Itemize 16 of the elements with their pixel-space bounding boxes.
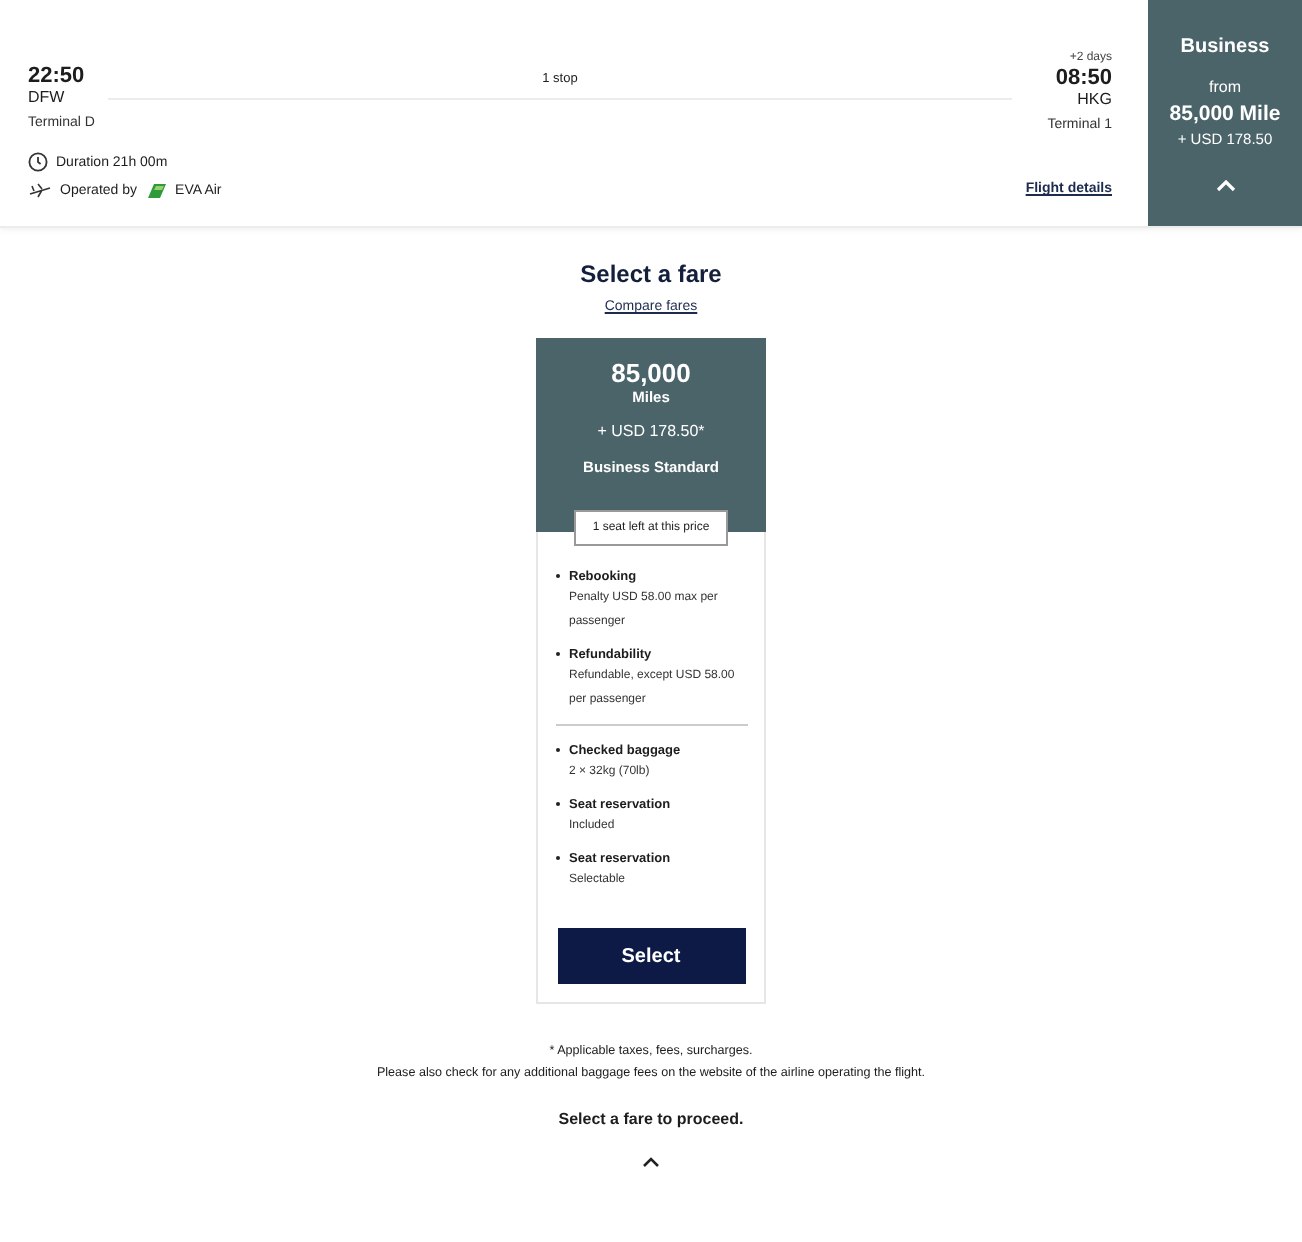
- prompt-text: Select a fare to proceed.: [558, 1110, 744, 1128]
- arrival-airport: HKG: [1075, 90, 1112, 110]
- section-title: Select a fare: [580, 260, 722, 288]
- fare-miles: 85,000: [609, 360, 693, 388]
- cabin-title: Business: [1180, 36, 1270, 58]
- cabin-from: from: [1209, 78, 1241, 96]
- clock-icon: [28, 152, 48, 172]
- airline-logo-icon: [145, 180, 168, 200]
- cabin-miles: 85,000 Mile: [1169, 102, 1281, 126]
- fare-price: + USD 178.50*: [595, 422, 707, 440]
- departure-airport: DFW: [28, 88, 67, 108]
- chevron-up-icon[interactable]: [642, 1156, 660, 1168]
- select-button[interactable]: Select: [557, 928, 745, 984]
- departure-time: 22:50: [28, 64, 87, 88]
- airplane-icon: [28, 182, 52, 198]
- arrival-time: 08:50: [1053, 66, 1112, 90]
